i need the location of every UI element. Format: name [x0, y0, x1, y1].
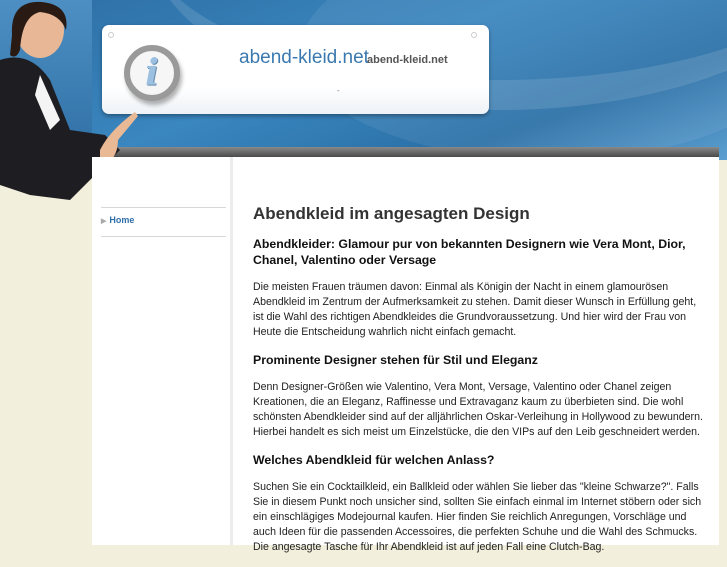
- section-text: Die meisten Frauen träumen davon: Einmal…: [253, 281, 697, 338]
- triangle-right-icon: ▶: [101, 218, 107, 225]
- site-subtitle: abend-kleid.net: [367, 54, 448, 66]
- page-title: Abendkleid im angesagten Design: [253, 204, 530, 223]
- site-title[interactable]: abend-kleid.net: [239, 47, 369, 69]
- section-heading: Prominente Designer stehen für Stil und …: [253, 353, 538, 367]
- section-text: Denn Designer-Größen wie Valentino, Vera…: [253, 381, 703, 438]
- screw-icon: [471, 32, 477, 38]
- section-heading: Welches Abendkleid für welchen Anlass?: [253, 453, 495, 467]
- logo-box: i abend-kleid.net abend-kleid.net -: [102, 25, 489, 114]
- divider: [101, 207, 226, 208]
- sidebar-item-home[interactable]: ▶ Home: [101, 215, 134, 225]
- sidebar: ▶ Home: [92, 157, 233, 545]
- page-content: ▶ Home Abendkleid im angesagten Design Ab…: [92, 157, 719, 553]
- tagline: -: [337, 86, 340, 95]
- divider: [101, 236, 226, 237]
- section-text: Suchen Sie ein Cocktailkleid, ein Ballkl…: [253, 481, 702, 553]
- header-divider-bar: [92, 147, 719, 157]
- sidebar-item-label: Home: [109, 215, 135, 225]
- main-content: Abendkleid im angesagten Design Abendkle…: [253, 204, 708, 567]
- section-heading: Abendkleider: Glamour pur von bekannten …: [253, 237, 686, 267]
